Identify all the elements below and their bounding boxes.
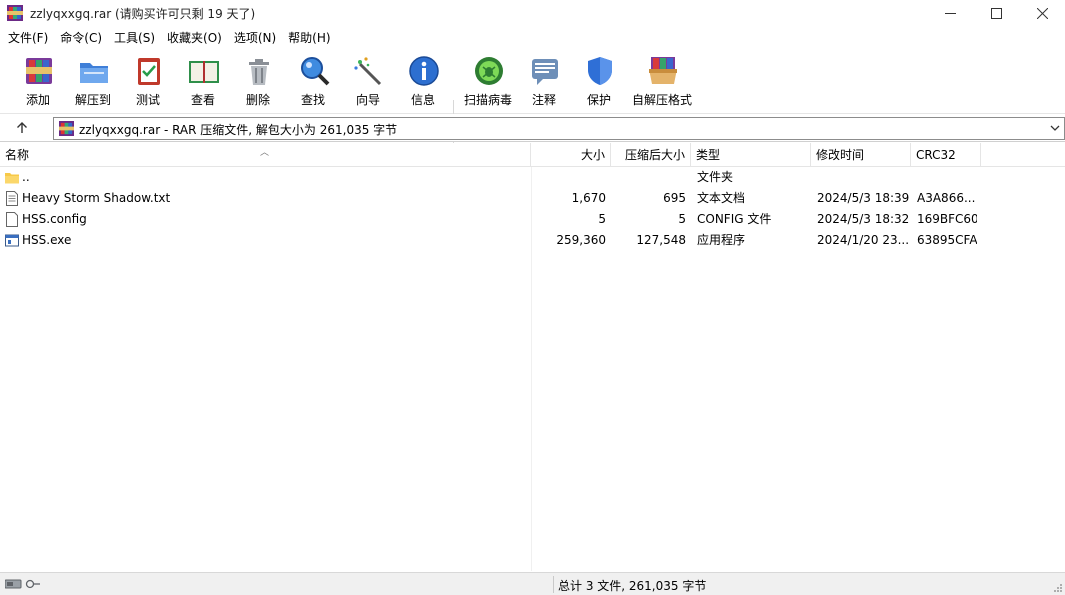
add-button[interactable]: 添加 [14,54,62,110]
chevron-down-icon[interactable] [1049,122,1061,134]
column-type[interactable]: 类型 [691,143,811,167]
text-file-icon [6,191,18,206]
protect-button[interactable]: 保护 [575,54,623,110]
file-icon [6,212,18,227]
maximize-button[interactable] [973,0,1019,26]
sfx-label: 自解压格式 [631,93,692,107]
extract-button[interactable]: 解压到 [69,54,117,110]
file-type: 应用程序 [697,233,746,247]
file-modified: 2024/5/3 18:32 [817,212,910,226]
file-row-txt[interactable]: Heavy Storm Shadow.txt 1,670 695 文本文档 20… [0,188,1065,209]
file-name: HSS.exe [22,233,72,247]
shield-icon [588,57,612,85]
toolbar: 添加 解压到 测试 查看 删除 查找 向导 信息 扫描病毒 注释 保护 自解压格… [0,48,1065,158]
delete-button[interactable]: 删除 [234,54,282,110]
column-modified-label: 修改时间 [816,148,865,162]
minimize-button[interactable] [927,0,973,26]
file-row-exe[interactable]: HSS.exe 259,360 127,548 应用程序 2024/1/20 2… [0,230,1065,251]
file-name: HSS.config [22,212,87,226]
column-type-label: 类型 [696,148,721,162]
view-book-icon [189,61,219,83]
comment-icon [532,59,558,85]
test-clipboard-icon [138,58,160,85]
file-packed-size: 695 [663,191,686,205]
sfx-box-icon [649,57,677,84]
column-packed[interactable]: 压缩后大小 [611,143,691,167]
column-crc-label: CRC32 [916,148,956,162]
drive-key-icon [5,579,40,589]
menu-bar: 文件(F) 命令(C) 工具(S) 收藏夹(O) 选项(N) 帮助(H) [0,27,1065,48]
add-archive-icon [26,58,52,84]
file-type: 文件夹 [697,170,734,184]
wizard-button[interactable]: 向导 [344,54,392,110]
window-title: zzlyqxxgq.rar (请购买许可只剩 19 天了) [30,7,256,21]
resize-grip-icon[interactable] [1053,583,1063,593]
find-button[interactable]: 查找 [289,54,337,110]
file-crc: 63895CFA [917,233,977,247]
file-crc: A3A866... [917,191,976,205]
sfx-button[interactable]: 自解压格式 [632,54,692,110]
menu-file[interactable]: 文件(F) [2,29,54,46]
status-bar: 总计 3 文件, 261,035 字节 [0,572,1065,595]
file-crc: 169BFC60 [917,212,977,226]
scan-virus-button[interactable]: 扫描病毒 [464,54,512,110]
test-button[interactable]: 测试 [124,54,172,110]
close-icon [1036,7,1048,19]
column-modified[interactable]: 修改时间 [811,143,911,167]
file-size: 5 [598,212,606,226]
column-name[interactable]: 名称 ︿ [0,143,531,167]
winrar-icon [7,5,23,21]
search-icon [301,57,330,86]
menu-help[interactable]: 帮助(H) [282,29,336,46]
menu-tools[interactable]: 工具(S) [108,29,161,46]
file-list: 名称 ︿ 大小 压缩后大小 类型 修改时间 CRC32 .. 文件夹 Heavy … [0,143,1065,571]
address-text: zzlyqxxgq.rar - RAR 压缩文件, 解包大小为 261,035 … [79,123,398,137]
trash-icon [249,59,269,85]
file-row-parent[interactable]: .. 文件夹 [0,167,1065,188]
comment-button[interactable]: 注释 [520,54,568,110]
folder-icon [5,173,19,184]
file-packed-size: 5 [678,212,686,226]
file-packed-size: 127,548 [636,233,686,247]
menu-favorites[interactable]: 收藏夹(O) [161,29,228,46]
file-size: 1,670 [571,191,606,205]
file-size: 259,360 [556,233,606,247]
exe-icon [5,234,19,247]
up-folder-button[interactable] [4,116,40,140]
column-name-label: 名称 [5,148,30,162]
minimize-icon [944,12,956,14]
status-divider [553,576,554,593]
archive-icon [59,121,74,136]
title-bar: zzlyqxxgq.rar (请购买许可只剩 19 天了) [0,0,1065,26]
protect-label: 保护 [586,93,611,107]
menu-options[interactable]: 选项(N) [228,29,282,46]
file-modified: 2024/1/20 23... [817,233,910,247]
info-button[interactable]: 信息 [399,54,447,110]
maximize-icon [990,7,1002,19]
column-size[interactable]: 大小 [531,143,611,167]
menu-commands[interactable]: 命令(C) [54,29,108,46]
file-type: CONFIG 文件 [697,212,772,226]
column-crc[interactable]: CRC32 [911,143,981,167]
file-row-config[interactable]: HSS.config 5 5 CONFIG 文件 2024/5/3 18:32 … [0,209,1065,230]
file-name: Heavy Storm Shadow.txt [22,191,171,205]
file-modified: 2024/5/3 18:39 [817,191,910,205]
virus-scan-icon [475,57,503,85]
arrow-up-icon [17,122,27,133]
info-label: 信息 [410,93,435,107]
extract-folder-icon [80,63,108,83]
file-name: .. [22,170,30,184]
address-field[interactable]: zzlyqxxgq.rar - RAR 压缩文件, 解包大小为 261,035 … [53,117,1065,140]
list-header: 名称 ︿ 大小 压缩后大小 类型 修改时间 CRC32 [0,143,1065,167]
column-size-label: 大小 [580,148,605,162]
magic-wand-icon [354,57,382,86]
sort-arrow-icon: ︿ [260,148,270,158]
close-button[interactable] [1019,0,1065,26]
file-type: 文本文档 [697,191,746,205]
column-packed-label: 压缩后大小 [624,148,685,162]
address-bar: zzlyqxxgq.rar - RAR 压缩文件, 解包大小为 261,035 … [0,114,1065,142]
status-summary: 总计 3 文件, 261,035 字节 [558,579,707,593]
info-icon [409,56,439,86]
view-button[interactable]: 查看 [179,54,227,110]
